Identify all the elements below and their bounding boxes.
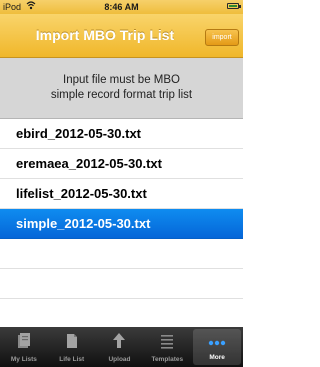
empty-row: [0, 239, 243, 269]
tab-upload[interactable]: Upload: [96, 327, 144, 367]
status-bar: iPod 8:46 AM: [0, 0, 243, 14]
info-line-1: Input file must be MBO: [63, 74, 180, 86]
tab-label: More: [209, 354, 225, 361]
file-row-selected[interactable]: simple_2012-05-30.txt: [0, 209, 243, 239]
templates-icon: [143, 332, 191, 350]
more-icon: [193, 334, 241, 352]
file-name: simple_2012-05-30.txt: [16, 216, 151, 231]
info-line-2: simple record format trip list: [50, 89, 193, 101]
file-name: eremaea_2012-05-30.txt: [16, 156, 162, 171]
import-button[interactable]: import: [205, 29, 239, 46]
tab-life-list[interactable]: Life List: [48, 327, 96, 367]
battery-tip: [239, 5, 241, 8]
tab-label: Templates: [151, 356, 184, 363]
tab-label: My Lists: [10, 356, 37, 363]
tab-bar: My Lists Life List Upload Templates More: [0, 327, 243, 367]
upload-icon: [96, 332, 144, 350]
file-row[interactable]: eremaea_2012-05-30.txt: [0, 149, 243, 179]
life-list-icon: [48, 332, 96, 350]
tab-label: Upload: [108, 356, 131, 363]
empty-row: [0, 269, 243, 299]
my-lists-icon: [0, 332, 48, 350]
navigation-bar: Import MBO Trip List import: [0, 14, 243, 58]
file-list: ebird_2012-05-30.txt eremaea_2012-05-30.…: [0, 119, 243, 329]
info-panel: Input file must be MBO simple record for…: [0, 58, 243, 119]
file-name: ebird_2012-05-30.txt: [16, 126, 142, 141]
file-row[interactable]: ebird_2012-05-30.txt: [0, 119, 243, 149]
empty-row: [0, 299, 243, 329]
tab-my-lists[interactable]: My Lists: [0, 327, 48, 367]
tab-more[interactable]: More: [193, 329, 241, 365]
page-title: Import MBO Trip List: [35, 27, 175, 43]
file-name: lifelist_2012-05-30.txt: [16, 186, 147, 201]
status-time: 8:46 AM: [104, 2, 139, 12]
battery-icon: [227, 3, 239, 9]
tab-label: Life List: [59, 356, 85, 363]
tab-templates[interactable]: Templates: [143, 327, 191, 367]
file-row[interactable]: lifelist_2012-05-30.txt: [0, 179, 243, 209]
